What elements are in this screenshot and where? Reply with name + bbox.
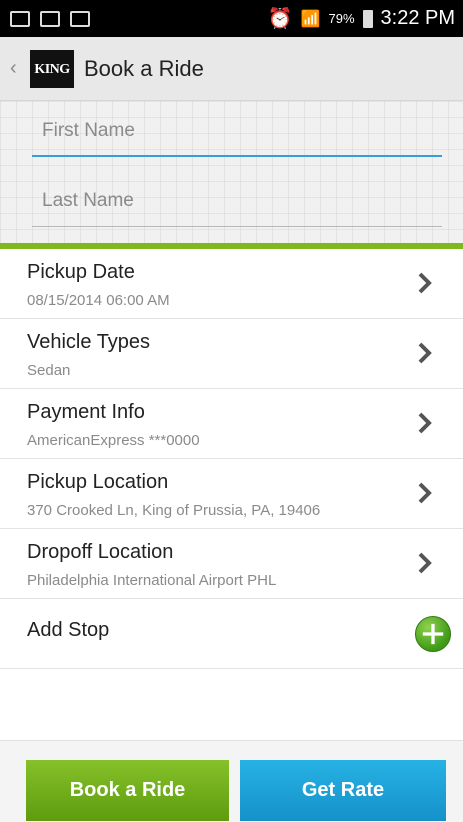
bottom-bar: Book a Ride Get Rate xyxy=(0,740,463,822)
last-name-underline xyxy=(32,226,442,227)
payment-info-row[interactable]: Payment Info AmericanExpress ***0000 xyxy=(0,389,463,459)
page-title: Book a Ride xyxy=(84,55,204,81)
gallery-notification-icon xyxy=(10,10,30,27)
map-background xyxy=(0,101,463,247)
battery-icon xyxy=(362,9,373,28)
chevron-right-icon xyxy=(418,552,432,574)
row-value: 08/15/2014 06:00 AM xyxy=(27,292,170,309)
chevron-right-icon xyxy=(418,412,432,434)
battery-percent: 79% xyxy=(328,11,355,26)
booking-list: Pickup Date 08/15/2014 06:00 AM Vehicle … xyxy=(0,249,463,669)
add-stop-button[interactable] xyxy=(415,616,451,652)
row-label: Pickup Location xyxy=(27,471,169,493)
clock: 3:22 PM xyxy=(380,7,455,29)
first-name-underline xyxy=(32,155,442,157)
row-value: AmericanExpress ***0000 xyxy=(27,432,200,449)
row-label: Payment Info xyxy=(27,401,145,423)
add-stop-label: Add Stop xyxy=(27,619,110,641)
chevron-right-icon xyxy=(418,482,432,504)
wifi-icon: 📶 xyxy=(300,10,321,28)
row-value: Philadelphia International Airport PHL xyxy=(27,572,277,589)
last-name-input[interactable] xyxy=(32,181,442,221)
chevron-right-icon xyxy=(418,272,432,294)
king-logo[interactable]: KING xyxy=(30,49,74,88)
alarm-icon: ⏰ xyxy=(267,8,293,30)
image-notification-icon xyxy=(70,10,90,27)
dropoff-location-row[interactable]: Dropoff Location Philadelphia Internatio… xyxy=(0,529,463,599)
first-name-input[interactable] xyxy=(32,111,442,151)
plus-icon xyxy=(422,623,444,645)
pickup-date-row[interactable]: Pickup Date 08/15/2014 06:00 AM xyxy=(0,249,463,319)
row-value: Sedan xyxy=(27,362,71,379)
action-bar: ‹ KING Book a Ride xyxy=(0,37,463,101)
gmail-notification-icon xyxy=(40,10,60,27)
status-bar: ⏰ 📶 79% 3:22 PM xyxy=(0,0,463,37)
row-label: Dropoff Location xyxy=(27,541,174,563)
book-a-ride-button[interactable]: Book a Ride xyxy=(26,760,229,821)
vehicle-types-row[interactable]: Vehicle Types Sedan xyxy=(0,319,463,389)
add-stop-row[interactable]: Add Stop xyxy=(0,599,463,669)
get-rate-button[interactable]: Get Rate xyxy=(240,760,446,821)
row-value: 370 Crooked Ln, King of Prussia, PA, 194… xyxy=(27,502,321,519)
pickup-location-row[interactable]: Pickup Location 370 Crooked Ln, King of … xyxy=(0,459,463,529)
last-name-field xyxy=(32,181,442,231)
row-label: Vehicle Types xyxy=(27,331,151,353)
chevron-right-icon xyxy=(418,342,432,364)
row-label: Pickup Date xyxy=(27,261,135,283)
back-chevron-icon[interactable]: ‹ xyxy=(10,57,24,80)
first-name-field xyxy=(32,111,442,161)
